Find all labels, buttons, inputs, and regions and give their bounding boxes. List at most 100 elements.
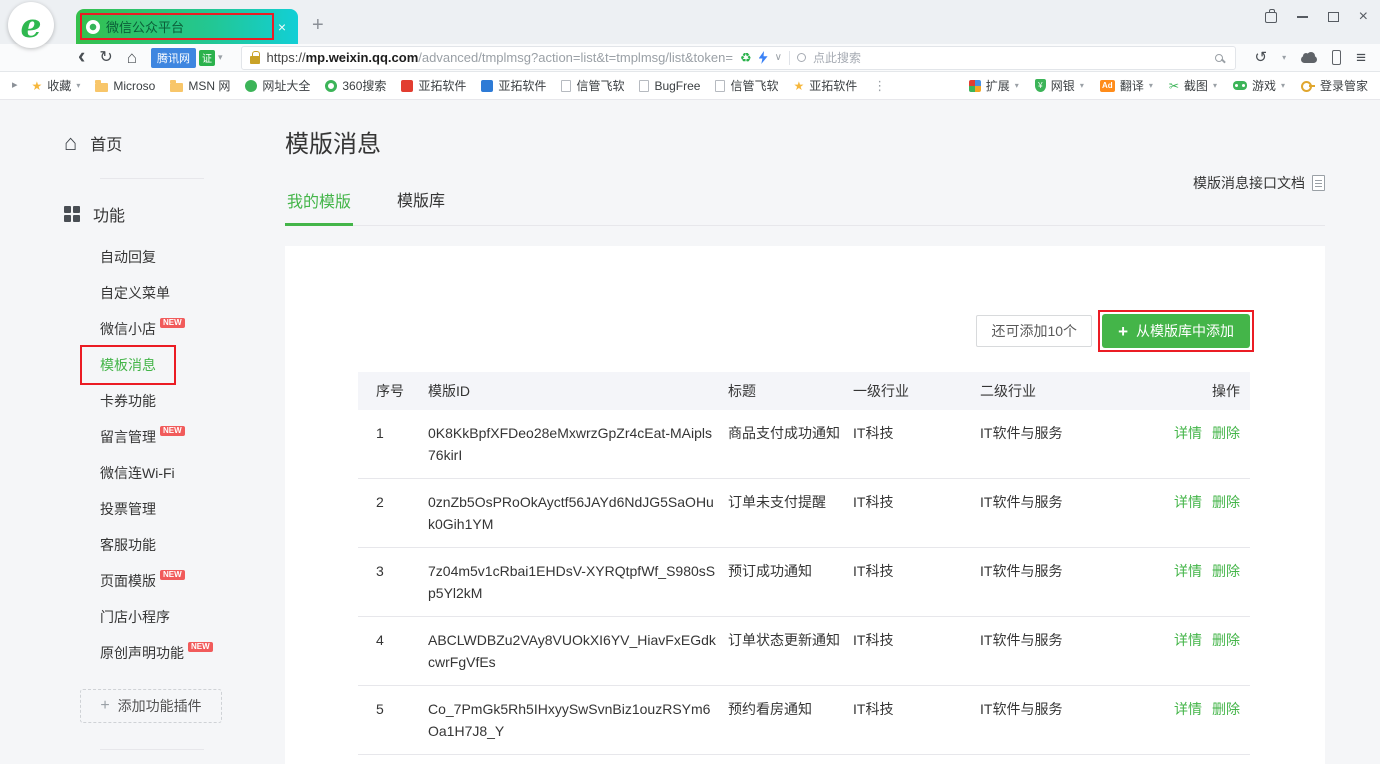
action-link[interactable]: 删除 — [1212, 494, 1240, 510]
site-verification-badge[interactable]: 腾讯网 证 ▾ — [151, 48, 223, 68]
sidebar-item[interactable]: 微信小店NEW — [100, 311, 240, 347]
tab-template-library[interactable]: 模版库 — [395, 187, 447, 225]
bookmark-item[interactable]: 信管飞软 — [715, 77, 778, 94]
url-host: mp.weixin.qq.com — [306, 50, 419, 65]
bookmark-item[interactable]: MSN 网 — [170, 77, 230, 94]
favorites-toggle-icon[interactable]: ▸ — [12, 80, 18, 91]
table-row: 5Co_7PmGk5Rh5IHxyySwSvnBiz1ouzRSYm6Oa1H7… — [358, 686, 1250, 755]
maximize-icon[interactable] — [1328, 12, 1339, 22]
cell-template-id: 0K8KkBpfXFDeo28eMxwrzGpZr4cEat-MAipls76k… — [428, 420, 728, 468]
key-icon — [1301, 80, 1315, 92]
sidebar-section-features[interactable]: 功能 — [64, 201, 240, 227]
close-icon[interactable]: × — [1359, 10, 1368, 24]
action-link[interactable]: 详情 — [1174, 632, 1202, 648]
refresh-mode-icon[interactable]: ♻ — [740, 50, 752, 66]
search-engine-icon — [797, 53, 806, 62]
sidebar-item[interactable]: 留言管理NEW — [100, 419, 240, 455]
bookmark-item[interactable]: 收藏▾ — [32, 77, 81, 94]
bookmark-label: 亚拓软件 — [498, 77, 546, 94]
caret-down-icon[interactable]: ∨ — [775, 52, 782, 63]
ring360-icon — [325, 80, 337, 92]
bookmark-item[interactable]: BugFree — [639, 79, 700, 93]
tool-button[interactable]: 翻译▾ — [1100, 77, 1153, 94]
refresh-icon[interactable]: ↻ — [99, 50, 112, 66]
tool-button[interactable]: 游戏▾ — [1233, 77, 1285, 94]
add-plugin-button[interactable]: + 添加功能插件 — [80, 689, 222, 723]
overflow-icon[interactable]: ⋮ — [873, 79, 886, 92]
skin-icon[interactable] — [1265, 12, 1277, 23]
home-icon[interactable]: ⌂ — [127, 49, 137, 66]
sidebar-item[interactable]: 投票管理 — [100, 491, 240, 527]
sidebar-item[interactable]: 模板消息 — [100, 347, 240, 383]
cell-index: 2 — [358, 489, 428, 515]
bookmark-item[interactable]: Microso — [95, 79, 155, 93]
action-link[interactable]: 详情 — [1174, 563, 1202, 579]
sidebar-item[interactable]: 微信连Wi-Fi — [100, 455, 240, 491]
action-link[interactable]: 详情 — [1174, 425, 1202, 441]
sidebar-item[interactable]: 自动回复 — [100, 239, 240, 275]
action-link[interactable]: 删除 — [1212, 701, 1240, 717]
table-row: 4ABCLWDBZu2VAy8VUOkXI6YV_HiavFxEGdkcwrFg… — [358, 617, 1250, 686]
api-doc-link[interactable]: 模版消息接口文档 — [1193, 173, 1325, 193]
sidebar-item[interactable]: 原创声明功能NEW — [100, 635, 240, 671]
search-hint[interactable]: 点此搜索 — [813, 49, 861, 66]
browser-chrome: e 微信公众平台 × + × ‹ ↻ ⌂ 腾讯网 证 ▾ https://mp.… — [0, 0, 1380, 100]
tool-button[interactable]: 扩展▾ — [969, 77, 1019, 94]
tab-my-templates[interactable]: 我的模版 — [285, 188, 353, 226]
bookmark-label: BugFree — [654, 79, 700, 93]
tool-button[interactable]: 网银▾ — [1035, 77, 1084, 94]
action-link[interactable]: 详情 — [1174, 494, 1202, 510]
sidebar-item[interactable]: 自定义菜单 — [100, 275, 240, 311]
action-link[interactable]: 删除 — [1212, 632, 1240, 648]
cell-title: 商品支付成功通知 — [728, 420, 853, 446]
sidebar-item[interactable]: 客服功能 — [100, 527, 240, 563]
column-header: 标题 — [728, 381, 853, 401]
mobile-icon[interactable] — [1332, 50, 1341, 65]
divider — [789, 51, 790, 65]
add-from-library-button[interactable]: + 从模版库中添加 — [1102, 314, 1250, 348]
bookmark-item[interactable]: 信管飞软 — [561, 77, 624, 94]
browser-logo[interactable]: e — [8, 2, 54, 48]
divider — [100, 749, 204, 750]
action-link[interactable]: 删除 — [1212, 563, 1240, 579]
minimize-icon[interactable] — [1297, 16, 1308, 18]
bookmark-list: 收藏▾MicrosoMSN 网网址大全360搜索亚拓软件亚拓软件信管飞软BugF… — [32, 77, 858, 94]
tool-button[interactable]: 截图▾ — [1169, 77, 1217, 94]
speed-mode-icon[interactable] — [759, 51, 768, 64]
search-icon[interactable] — [1215, 54, 1223, 62]
sidebar-item[interactable]: 卡券功能 — [100, 383, 240, 419]
sidebar-home-label: 首页 — [90, 131, 122, 155]
new-tab-button[interactable]: + — [312, 15, 324, 35]
cloud-sync-icon[interactable] — [1301, 56, 1317, 63]
sidebar-item-label: 客服功能 — [100, 535, 156, 555]
browser-tab[interactable]: 微信公众平台 × — [76, 9, 298, 44]
sidebar-item[interactable]: 页面模版NEW — [100, 563, 240, 599]
chevron-down-icon[interactable]: ▾ — [1282, 53, 1286, 62]
cell-title: 订单状态更新通知 — [728, 627, 853, 653]
undo-icon[interactable]: ↺ — [1254, 50, 1267, 65]
menu-icon[interactable]: ≡ — [1356, 49, 1366, 66]
bookmark-label: 亚拓软件 — [809, 77, 857, 94]
sidebar-item-home[interactable]: ⌂ 首页 — [64, 130, 240, 156]
bookmark-item[interactable]: 360搜索 — [325, 77, 386, 94]
sidebar-item[interactable]: 门店小程序 — [100, 599, 240, 635]
address-bar[interactable]: https://mp.weixin.qq.com/advanced/tmplms… — [241, 46, 1237, 70]
back-icon[interactable]: ‹ — [78, 45, 85, 67]
action-link[interactable]: 详情 — [1174, 701, 1202, 717]
bookmark-item[interactable]: 亚拓软件 — [481, 77, 546, 94]
action-link[interactable]: 删除 — [1212, 425, 1240, 441]
tool-button[interactable]: 登录管家 — [1301, 77, 1368, 94]
bookmark-item[interactable]: 亚拓软件 — [794, 77, 858, 94]
tab-close-icon[interactable]: × — [276, 19, 288, 35]
cell-index: 1 — [358, 420, 428, 446]
bookmark-item[interactable]: 网址大全 — [245, 77, 310, 94]
chevron-down-icon: ▾ — [218, 52, 223, 63]
blocks-icon — [969, 80, 981, 92]
table-actions-row: 还可添加10个 + 从模版库中添加 — [358, 314, 1250, 348]
bookmark-item[interactable]: 亚拓软件 — [401, 77, 466, 94]
url-path: /advanced/tmplmsg?action=list&t=tmplmsg/… — [418, 50, 733, 65]
table-row: 37z04m5v1cRbai1EHDsV-XYRQtpfWf_S980sSp5Y… — [358, 548, 1250, 617]
tab-label-group: 微信公众平台 — [86, 17, 268, 36]
cert-badge: 证 — [199, 50, 215, 66]
chevron-down-icon: ▾ — [76, 81, 80, 90]
